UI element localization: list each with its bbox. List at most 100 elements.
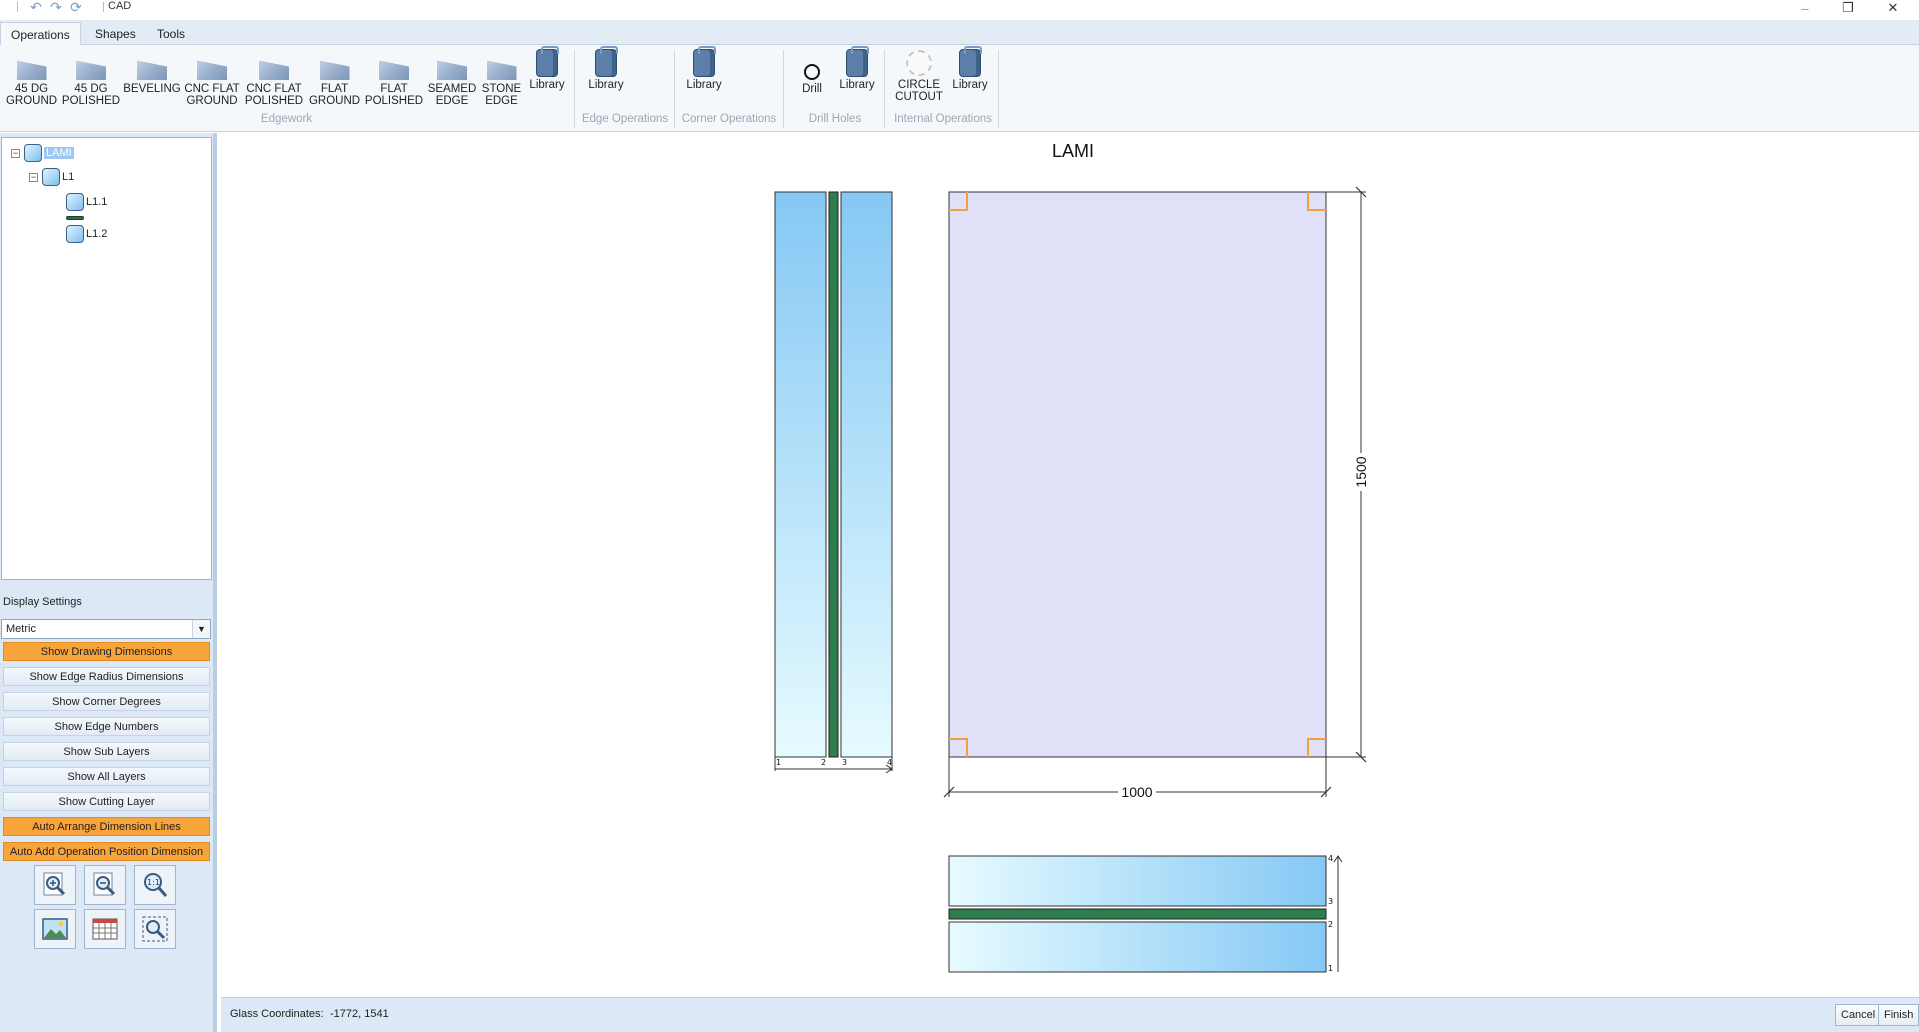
tree-node-l1-1[interactable]: L1.1 [66,193,107,211]
seamed-edge-button[interactable]: SEAMED EDGE [425,50,479,112]
tree-node-l1-2[interactable]: L1.2 [66,225,107,243]
status-bar: Glass Coordinates: -1772, 1541 Cancel Fi… [221,997,1919,1032]
collapse-icon[interactable]: − [11,148,20,158]
tab-shapes[interactable]: Shapes [85,22,146,45]
export-image-button[interactable] [34,909,76,949]
show-corner-degrees-toggle[interactable]: Show Corner Degrees [3,692,210,711]
collapse-icon[interactable]: − [29,172,38,182]
show-sub-layers-toggle[interactable]: Show Sub Layers [3,742,210,761]
glass-layer-top[interactable] [948,855,1327,907]
library-icon [694,46,716,76]
cnc-flat-polished-button[interactable]: CNC FLAT POLISHED [244,50,304,112]
zoom-in-icon [43,872,66,896]
button-label: CIRCLE CUTOUT [895,79,943,103]
ribbon: 45 DG GROUND 45 DG POLISHED BEVELING CNC… [0,45,1919,132]
edge-profile-icon [379,60,409,80]
side-view[interactable]: 1 2 3 4 [774,191,893,774]
corner-operations-library-button[interactable]: Library [681,46,727,112]
height-dimension[interactable]: 1500 [1326,186,1369,763]
zoom-actual-size-button[interactable]: 1:1 [134,865,176,905]
show-edge-numbers-toggle[interactable]: Show Edge Numbers [3,717,210,736]
flat-polished-button[interactable]: FLAT POLISHED [364,50,424,112]
layer-number: 2 [1328,920,1333,929]
units-value: Metric [6,623,36,635]
close-button[interactable]: ✕ [1873,0,1913,16]
layer-tree[interactable]: − LAMI − L1 L1.1 L1.2 [1,137,212,580]
drawing-svg[interactable]: LAMI 1 2 3 4 1500 1000 4 3 2 1 [221,133,1919,997]
finish-button[interactable]: Finish [1878,1004,1919,1026]
group-label-drill-holes: Drill Holes [808,113,862,125]
drill-button[interactable]: Drill [793,50,831,112]
width-dimension[interactable]: 1000 [943,757,1332,800]
tree-node-lami[interactable]: − LAMI [11,144,74,162]
edgework-library-button[interactable]: Library [526,46,568,112]
flat-ground-button[interactable]: FLAT GROUND [307,50,362,112]
button-label: STONE EDGE [481,83,522,107]
group-separator [783,50,784,128]
title-bar: ↶ ↷ ⟳ CAD – ❐ ✕ [0,0,1919,18]
show-drawing-dimensions-toggle[interactable]: Show Drawing Dimensions [3,642,210,661]
glass-layer-bottom[interactable] [948,921,1327,973]
units-select[interactable]: Metric ▼ [1,619,211,639]
ribbon-tabs: Operations Shapes Tools [0,20,1919,45]
group-label-edge-operations: Edge Operations [581,113,669,125]
auto-arrange-dimension-lines-toggle[interactable]: Auto Arrange Dimension Lines [3,817,210,836]
zoom-selection-icon [142,916,168,942]
library-icon [596,46,618,76]
internal-operations-library-button[interactable]: Library [947,46,993,112]
interlayer[interactable] [948,908,1327,920]
window-title: CAD [102,0,132,12]
edge-profile-icon [137,60,167,80]
redo-icon[interactable]: ↷ [48,0,64,15]
zoom-selection-button[interactable] [134,909,176,949]
beveling-button[interactable]: BEVELING [123,50,181,112]
glass-layer-icon [24,144,42,162]
bottom-view[interactable]: 4 3 2 1 [948,854,1343,973]
button-label: Library [686,79,722,91]
interlayer[interactable] [828,191,839,758]
group-label-internal-operations: Internal Operations [894,113,992,125]
glass-face[interactable] [948,191,1327,758]
minimize-button[interactable]: – [1785,0,1825,16]
drawing-canvas[interactable]: LAMI 1 2 3 4 1500 1000 4 3 2 1 [221,133,1919,997]
layer-number: 4 [1328,854,1333,863]
tab-tools[interactable]: Tools [147,22,195,45]
glass-layer-icon [42,168,60,186]
zoom-actual-size-icon: 1:1 [144,873,168,897]
button-label: 45 DG POLISHED [61,83,121,107]
show-cutting-layer-toggle[interactable]: Show Cutting Layer [3,792,210,811]
circle-cutout-button[interactable]: CIRCLE CUTOUT [893,50,945,112]
auto-add-operation-position-dimension-toggle[interactable]: Auto Add Operation Position Dimension [3,842,210,861]
tab-operations[interactable]: Operations [0,22,81,45]
tree-node-l1[interactable]: − L1 [29,168,74,186]
glass-coordinates-label: Glass Coordinates: [230,1008,324,1020]
group-separator [998,50,999,128]
restore-button[interactable]: ❐ [1828,0,1868,16]
drill-holes-library-button[interactable]: Library [834,46,880,112]
grid-button[interactable] [84,909,126,949]
zoom-in-button[interactable] [34,865,76,905]
library-icon [537,46,559,76]
refresh-icon[interactable]: ⟳ [68,0,84,15]
show-all-layers-toggle[interactable]: Show All Layers [3,767,210,786]
glass-layer-right[interactable] [840,191,893,758]
layer-number: 3 [842,758,847,767]
edge-45dg-ground-button[interactable]: 45 DG GROUND [4,50,59,112]
button-label: Library [588,79,624,91]
group-label-corner-operations: Corner Operations [681,113,777,125]
glass-face-rect[interactable] [948,191,1327,758]
cnc-flat-ground-button[interactable]: CNC FLAT GROUND [183,50,241,112]
edge-45dg-polished-button[interactable]: 45 DG POLISHED [61,50,121,112]
zoom-out-button[interactable] [84,865,126,905]
show-edge-radius-dimensions-toggle[interactable]: Show Edge Radius Dimensions [3,667,210,686]
undo-icon[interactable]: ↶ [28,0,44,15]
tree-node-label: L1 [62,171,75,183]
chevron-down-icon[interactable]: ▼ [192,620,210,638]
edge-profile-icon [486,60,517,80]
glass-layer-left[interactable] [774,191,827,758]
cancel-button[interactable]: Cancel [1835,1004,1882,1026]
edge-operations-library-button[interactable]: Library [583,46,629,112]
interlayer-icon [66,216,84,220]
stone-edge-button[interactable]: STONE EDGE [479,50,524,112]
button-label: CNC FLAT POLISHED [244,83,304,107]
